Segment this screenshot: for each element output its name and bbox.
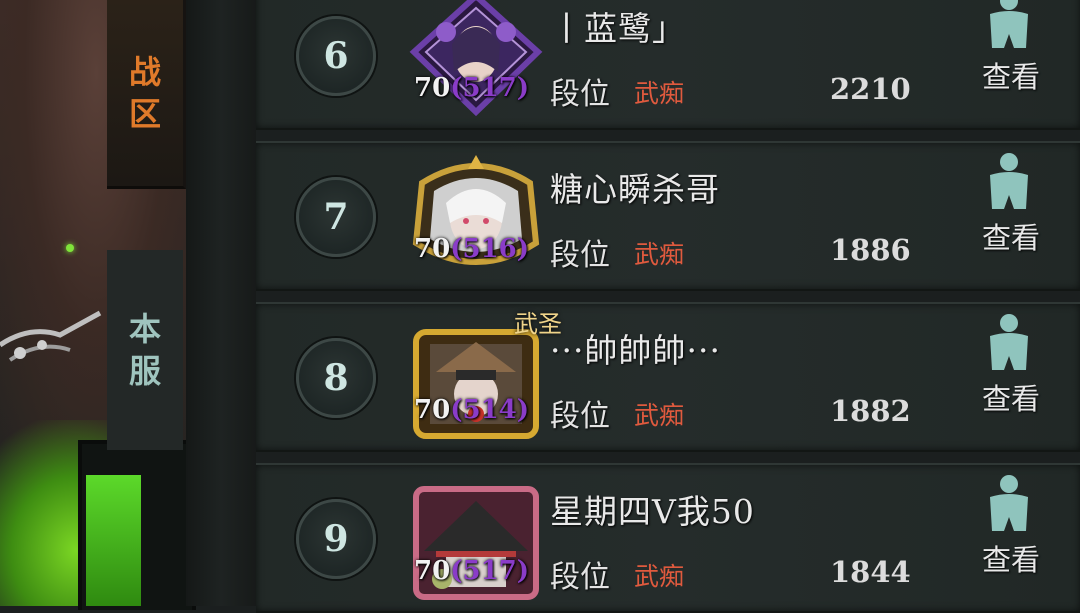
player-silhouette-icon [990,0,1028,48]
view-button[interactable]: 查看 [974,312,1044,442]
rank-tier-value: 武痴 [634,240,685,269]
player-silhouette-icon [990,314,1028,370]
level-number: 70 [414,73,451,103]
player-level: 70(517) [414,73,529,103]
rank-tier-value: 武痴 [634,562,685,591]
rank-badge: 8 [296,338,376,418]
player-silhouette-icon [990,153,1028,209]
tab-server-label: 本服 [128,310,161,390]
level-number: 70 [414,234,451,264]
rank-tier-label: 段位 [550,238,610,273]
tab-zone[interactable]: 战区 [107,0,186,189]
player-score: 1844 [830,555,911,589]
view-button-label: 查看 [981,382,1040,416]
view-button-label: 查看 [981,543,1040,577]
player-score: 1882 [830,394,911,428]
rank-tier-value: 武痴 [634,401,685,430]
level-power: (516) [450,234,530,264]
rank-tier-label: 段位 [550,77,610,112]
player-name: ···帥帥帥··· [550,331,721,370]
rank-tier-label: 段位 [550,399,610,434]
rank-badge: 9 [296,499,376,579]
ranking-row[interactable]: 9 70(517) 星期四V我50 段位 武痴 1844 查看 [256,463,1080,613]
tab-server[interactable]: 本服 [107,250,183,450]
player-name: 糖心瞬杀哥 [550,170,720,209]
pillar-glow-art [86,475,141,606]
ranking-list[interactable]: 6 70(517) 丨蓝鹭」 段位 武痴 2210 查看 7 70(516) 糖… [256,0,1080,613]
rank-tier-value: 武痴 [634,79,685,108]
view-button-label: 查看 [981,221,1040,255]
player-level: 70(517) [414,556,529,586]
player-silhouette-icon [990,475,1028,531]
view-button[interactable]: 查看 [974,151,1044,281]
ranking-row[interactable]: 6 70(517) 丨蓝鹭」 段位 武痴 2210 查看 [256,0,1080,130]
view-button[interactable]: 查看 [974,473,1044,603]
level-power: (517) [450,556,530,586]
view-button-label: 查看 [981,60,1040,94]
level-power: (514) [450,395,530,425]
player-score: 1886 [830,233,911,267]
player-level: 70(514) [414,395,529,425]
level-number: 70 [414,395,451,425]
ranking-row[interactable]: 7 70(516) 糖心瞬杀哥 段位 武痴 1886 查看 [256,141,1080,291]
view-button[interactable]: 查看 [974,0,1044,120]
player-score: 2210 [830,72,911,106]
player-name: 丨蓝鹭」 [550,9,686,48]
player-level: 70(516) [414,234,529,264]
ranking-row[interactable]: 8 武圣 70(514) ···帥帥帥··· 段位 武痴 1882 查看 [256,302,1080,452]
player-name: 星期四V我50 [550,492,755,531]
skeleton-hand-art [0,310,102,362]
green-spark-art [66,244,74,252]
panel-divider [186,0,256,606]
rank-badge: 6 [296,16,376,96]
tab-zone-label: 战区 [128,53,161,133]
level-number: 70 [414,556,451,586]
level-power: (517) [450,73,530,103]
rank-badge: 7 [296,177,376,257]
rank-tier-label: 段位 [550,560,610,595]
